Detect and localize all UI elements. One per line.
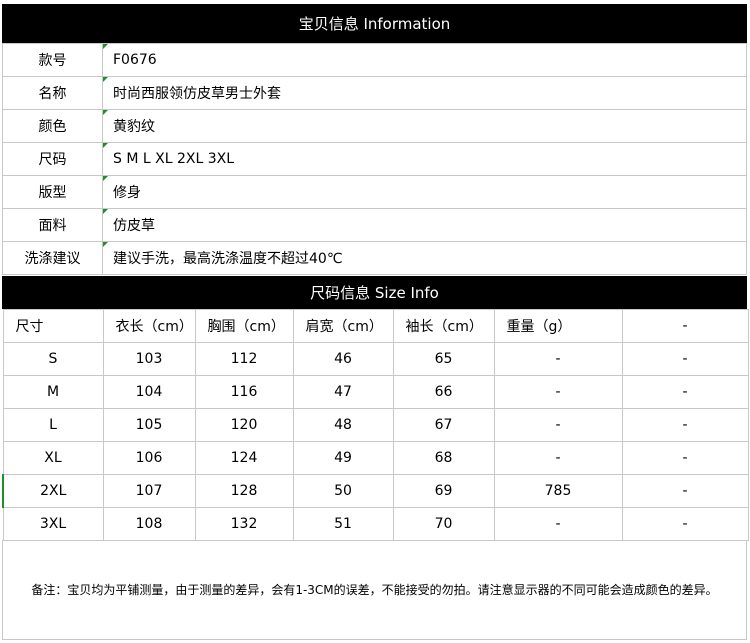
- size-cell: 116: [194, 375, 294, 409]
- product-info-sheet: 宝贝信息 Information 款号 F0676 名称 时尚西服领仿皮草男士外套 颜色…: [0, 0, 750, 643]
- size-cell: 48: [292, 408, 394, 442]
- size-cell: 70: [392, 507, 495, 541]
- size-column-header: 衣长（cm）: [102, 309, 196, 343]
- size-cell: 103: [102, 342, 196, 376]
- info-value: 时尚西服领仿皮草男士外套: [102, 76, 747, 110]
- size-row: XL 106 124 49 68- -: [2, 441, 749, 475]
- size-cell: 66: [392, 375, 495, 409]
- size-cell: -: [621, 342, 749, 376]
- size-label: M: [2, 375, 104, 409]
- size-label: S: [2, 342, 104, 376]
- size-cell: -: [493, 507, 623, 541]
- size-column-header: 重量（g）: [493, 309, 623, 343]
- size-cell: 69: [392, 474, 495, 508]
- size-column-header: 尺寸: [2, 309, 104, 343]
- info-label: 尺码: [2, 142, 103, 176]
- size-cell: -: [493, 375, 623, 409]
- size-cell: 104: [102, 375, 196, 409]
- size-cell: -: [621, 375, 749, 409]
- size-table: 尺寸 衣长（cm） 胸围（cm） 肩宽（cm） 袖长（cm） 重量（g） - S 103 112 4…: [2, 309, 749, 541]
- size-cell: -: [493, 408, 623, 442]
- size-cell: 107: [102, 474, 196, 508]
- info-label: 版型: [2, 175, 103, 209]
- size-cell: 120: [194, 408, 294, 442]
- info-row: 尺码 S M L XL 2XL 3XL: [2, 142, 747, 176]
- info-table: 款号 F0676 名称 时尚西服领仿皮草男士外套 颜色 黄豹纹 尺码 S M L XL 2XL…: [2, 43, 747, 275]
- size-header: 尺码信息 Size Info: [2, 276, 747, 309]
- size-label: 2XL: [2, 474, 104, 508]
- size-cell: 50: [292, 474, 394, 508]
- info-label: 面料: [2, 208, 103, 242]
- size-column-header: 肩宽（cm）: [292, 309, 394, 343]
- info-row: 颜色 黄豹纹: [2, 109, 747, 143]
- size-cell: 105: [102, 408, 196, 442]
- size-label: 3XL: [2, 507, 104, 541]
- size-column-header: 袖长（cm）: [392, 309, 495, 343]
- info-value: 黄豹纹: [102, 109, 747, 143]
- size-cell: 128: [194, 474, 294, 508]
- size-row: S 103 112 46 65- -: [2, 342, 749, 376]
- size-cell: 68: [392, 441, 495, 475]
- info-row: 面料 仿皮草: [2, 208, 747, 242]
- size-cell: 124: [194, 441, 294, 475]
- info-label: 款号: [2, 43, 103, 77]
- size-cell: 65: [392, 342, 495, 376]
- info-value: F0676: [102, 43, 747, 77]
- size-cell: 51: [292, 507, 394, 541]
- size-cell: -: [621, 474, 749, 508]
- size-cell: 132: [194, 507, 294, 541]
- info-header: 宝贝信息 Information: [2, 4, 747, 43]
- info-value: 仿皮草: [102, 208, 747, 242]
- size-row: 2XL 107 128 50 69 785-: [2, 474, 749, 508]
- size-header-row: 尺寸 衣长（cm） 胸围（cm） 肩宽（cm） 袖长（cm） 重量（g） -: [2, 309, 749, 343]
- info-row: 洗涤建议 建议手洗，最高洗涤温度不超过40℃: [2, 241, 747, 275]
- size-row: M 104 116 47 66- -: [2, 375, 749, 409]
- size-column-header: 胸围（cm）: [194, 309, 294, 343]
- info-row: 版型 修身: [2, 175, 747, 209]
- size-cell: 47: [292, 375, 394, 409]
- size-cell: 785: [493, 474, 623, 508]
- size-cell: 108: [102, 507, 196, 541]
- size-row: 3XL 108 132 51 70- -: [2, 507, 749, 541]
- info-row: 名称 时尚西服领仿皮草男士外套: [2, 76, 747, 110]
- size-label: XL: [2, 441, 104, 475]
- info-row: 款号 F0676: [2, 43, 747, 77]
- size-cell: -: [493, 342, 623, 376]
- size-cell: -: [621, 408, 749, 442]
- info-label: 颜色: [2, 109, 103, 143]
- size-cell: 106: [102, 441, 196, 475]
- size-cell: 46: [292, 342, 394, 376]
- info-value: 修身: [102, 175, 747, 209]
- info-value: S M L XL 2XL 3XL: [102, 142, 747, 176]
- info-label: 洗涤建议: [2, 241, 103, 275]
- size-label: L: [2, 408, 104, 442]
- size-cell: -: [621, 441, 749, 475]
- info-label: 名称: [2, 76, 103, 110]
- footnote: 备注：宝贝均为平铺测量，由于测量的差异，会有1-3CM的误差，不能接受的勿拍。请…: [2, 540, 747, 640]
- info-value: 建议手洗，最高洗涤温度不超过40℃: [102, 241, 747, 275]
- size-cell: -: [621, 507, 749, 541]
- size-cell: -: [493, 441, 623, 475]
- size-column-header: -: [621, 309, 749, 343]
- size-cell: 67: [392, 408, 495, 442]
- size-cell: 112: [194, 342, 294, 376]
- size-cell: 49: [292, 441, 394, 475]
- size-row: L 105 120 48 67- -: [2, 408, 749, 442]
